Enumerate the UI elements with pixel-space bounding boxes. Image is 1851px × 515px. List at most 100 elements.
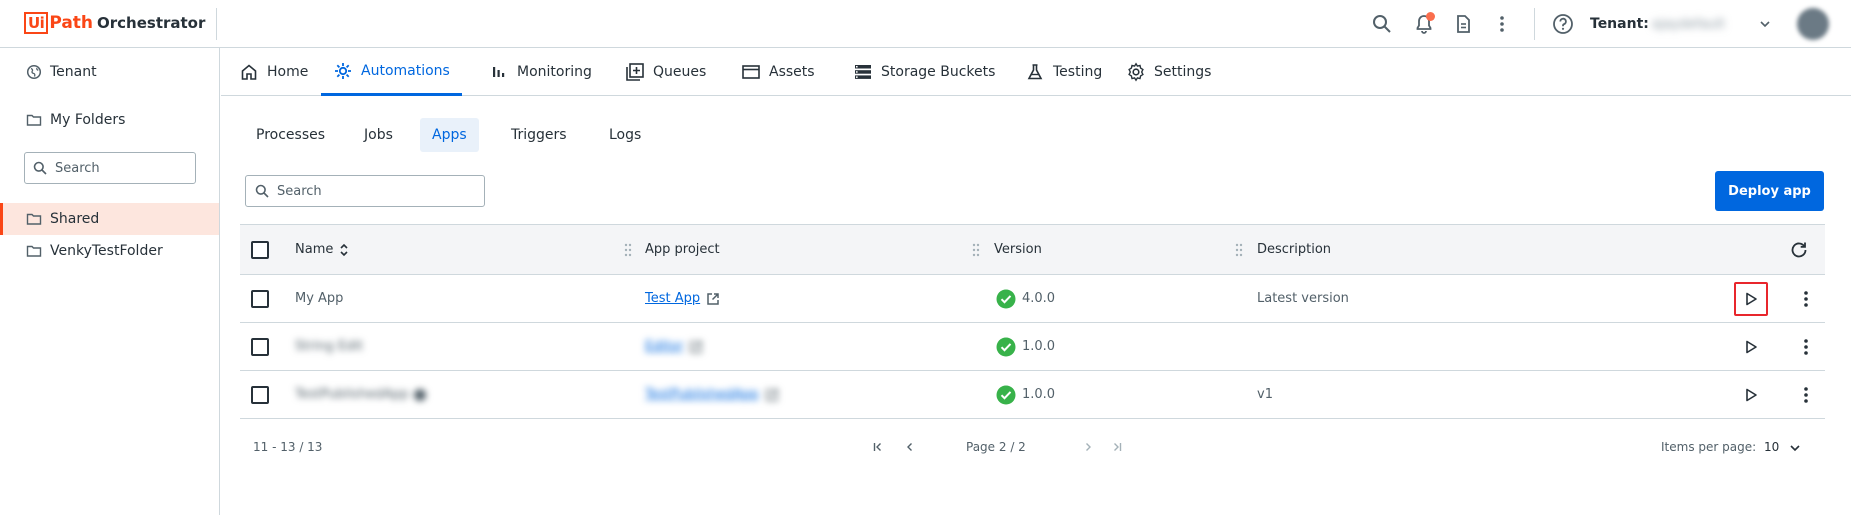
sidebar-item-venkytestfolder[interactable]: VenkyTestFolder <box>0 235 219 267</box>
open-external-icon[interactable] <box>706 292 720 306</box>
subtab-triggers[interactable]: Triggers <box>499 118 579 152</box>
table-row[interactable]: String Edit Editor 1.0.0 <box>240 323 1825 371</box>
last-page-icon[interactable] <box>1111 441 1123 453</box>
column-header-description[interactable]: Description <box>1257 225 1331 274</box>
info-icon <box>413 388 427 402</box>
tab-assets[interactable]: Assets <box>729 48 827 96</box>
more-vert-icon[interactable] <box>1490 12 1514 36</box>
app-name: String Edit <box>295 339 364 354</box>
run-app-button[interactable] <box>1734 378 1768 412</box>
tab-monitoring[interactable]: Monitoring <box>477 48 604 96</box>
table-header: Name App project Version Description <box>240 224 1825 275</box>
more-vert-icon[interactable] <box>1794 335 1818 359</box>
tab-automations[interactable]: Automations <box>321 48 462 96</box>
app-project-link[interactable]: TestPublishedApp <box>645 387 759 402</box>
play-icon <box>1744 292 1758 306</box>
app-project-link[interactable]: Test App <box>645 291 700 306</box>
uipath-logo[interactable]: Ui Path <box>24 12 93 34</box>
column-resize-handle[interactable] <box>623 242 633 258</box>
open-external-icon[interactable] <box>689 340 703 354</box>
tab-home[interactable]: Home <box>227 48 320 96</box>
row-checkbox[interactable] <box>251 289 269 308</box>
select-all-checkbox[interactable] <box>251 240 269 259</box>
chevron-down-icon[interactable] <box>1758 17 1772 31</box>
tab-label: Monitoring <box>517 64 592 80</box>
tab-storage-buckets[interactable]: Storage Buckets <box>841 48 1007 96</box>
check-circle-icon <box>996 385 1016 405</box>
range-text: 11 - 13 / 13 <box>253 440 323 454</box>
apps-table: Name App project Version Description My … <box>240 224 1825 419</box>
folder-icon <box>26 243 42 259</box>
notification-badge <box>1426 12 1435 21</box>
column-header-name[interactable]: Name <box>295 225 349 274</box>
home-icon <box>239 62 259 82</box>
run-app-button[interactable] <box>1734 330 1768 364</box>
beaker-icon <box>1025 62 1045 82</box>
tab-testing[interactable]: Testing <box>1013 48 1114 96</box>
search-icon[interactable] <box>1370 12 1394 36</box>
tab-label: Assets <box>769 64 815 80</box>
folder-search-input[interactable] <box>55 160 185 176</box>
refresh-icon[interactable] <box>1789 240 1809 260</box>
app-project-link[interactable]: Editor <box>645 339 683 354</box>
run-app-button[interactable] <box>1734 282 1768 316</box>
items-per-page-value[interactable]: 10 <box>1764 440 1779 454</box>
row-checkbox[interactable] <box>251 385 269 404</box>
sort-icon[interactable] <box>339 243 349 257</box>
column-resize-handle[interactable] <box>971 242 981 258</box>
tenant-name[interactable]: ajaydefault <box>1652 17 1725 32</box>
column-resize-handle[interactable] <box>1234 242 1244 258</box>
sidebar-item-shared[interactable]: Shared <box>0 203 219 235</box>
more-vert-icon[interactable] <box>1794 383 1818 407</box>
row-select-cell <box>251 275 269 322</box>
notifications-bell-icon[interactable] <box>1412 12 1436 36</box>
help-icon[interactable] <box>1551 12 1575 36</box>
storage-icon <box>853 62 873 82</box>
tenant-label: Tenant: <box>1590 16 1649 32</box>
sidebar-item-my-folders[interactable]: My Folders <box>0 104 219 136</box>
deploy-app-button[interactable]: Deploy app <box>1715 171 1824 211</box>
subtab-jobs[interactable]: Jobs <box>352 118 405 152</box>
apps-search-input[interactable] <box>277 183 477 199</box>
document-icon[interactable] <box>1451 12 1475 36</box>
subtab-processes[interactable]: Processes <box>244 118 337 152</box>
product-name: Orchestrator <box>97 14 206 32</box>
column-header-app-project[interactable]: App project <box>645 225 720 274</box>
search-icon <box>33 161 47 175</box>
next-page-icon[interactable] <box>1082 441 1094 453</box>
logo-box: Ui <box>24 12 49 34</box>
sidebar-item-tenant[interactable]: Tenant <box>0 56 219 88</box>
pagination-bar: 11 - 13 / 13 Page 2 / 2 Items per page: … <box>240 428 1825 468</box>
app-header: Ui Path Orchestrator Tenant: ajaydefault <box>0 0 1851 48</box>
tab-label: Automations <box>361 62 450 79</box>
queues-icon <box>625 62 645 82</box>
folder-search[interactable] <box>24 152 196 184</box>
header-divider <box>216 8 217 40</box>
subtab-logs[interactable]: Logs <box>597 118 653 152</box>
open-external-icon[interactable] <box>765 388 779 402</box>
version-text: 1.0.0 <box>1022 339 1056 354</box>
folder-sidebar: Tenant My Folders Shared VenkyTestFolder <box>0 48 220 515</box>
first-page-icon[interactable] <box>872 441 884 453</box>
apps-search[interactable] <box>245 175 485 207</box>
subtab-apps[interactable]: Apps <box>420 118 479 152</box>
row-select-cell <box>251 323 269 370</box>
gear-icon <box>1126 62 1146 82</box>
folder-icon <box>26 112 42 128</box>
app-project-cell: Editor <box>645 323 703 370</box>
tab-settings[interactable]: Settings <box>1114 48 1223 96</box>
chevron-down-icon[interactable] <box>1788 441 1802 455</box>
avatar[interactable] <box>1797 8 1829 40</box>
column-label: Name <box>295 242 334 257</box>
more-vert-icon[interactable] <box>1794 287 1818 311</box>
tab-queues[interactable]: Queues <box>613 48 718 96</box>
row-select-cell <box>251 371 269 418</box>
row-checkbox[interactable] <box>251 337 269 356</box>
sidebar-item-label: Tenant <box>50 64 97 80</box>
table-row[interactable]: My App Test App 4.0.0 Latest version <box>240 275 1825 323</box>
description: Latest version <box>1257 291 1349 306</box>
previous-page-icon[interactable] <box>904 441 916 453</box>
table-row[interactable]: TestPublishedApp TestPublishedApp 1.0.0 … <box>240 371 1825 419</box>
sidebar-item-label: Shared <box>50 211 100 227</box>
column-header-version[interactable]: Version <box>994 225 1042 274</box>
